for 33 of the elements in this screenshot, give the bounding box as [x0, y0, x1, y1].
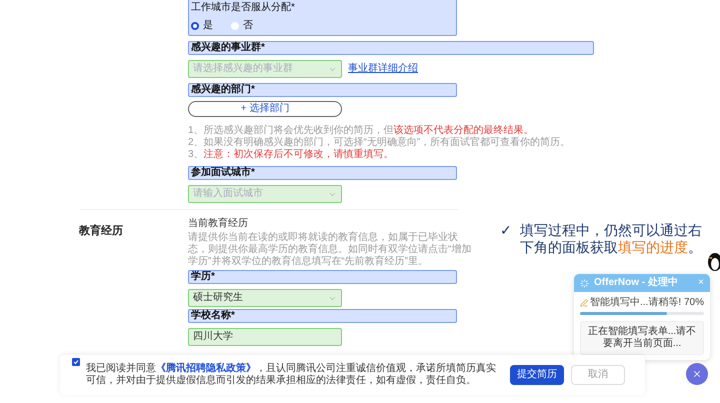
close-icon [692, 369, 702, 379]
radio-label: 是 [203, 20, 213, 32]
submit-button[interactable]: 提交简历 [510, 365, 564, 385]
status-text: 智能填写中...请稍等! [590, 297, 682, 309]
radio-button[interactable] [231, 22, 239, 30]
close-button[interactable] [686, 363, 708, 385]
section-title: 教育经历 [79, 225, 123, 237]
field-label: 工作城市是否服从分配* [191, 2, 296, 14]
select-department-button[interactable]: + 选择部门 [188, 101, 342, 117]
description-text: 请提供你当前在读的或即将就读的教育信息，如属于已毕业状态，则提供你最高学历的教育信息。如同时有双学位请点击“增加学历”并将双学位的教育信息填写在“先前教育经历”里。 [188, 232, 472, 268]
agree-checkbox[interactable] [72, 358, 80, 366]
field-label: 参加面试城市* [188, 166, 457, 180]
select-field[interactable]: 硕士研究生 [188, 289, 342, 307]
field-label: 感兴趣的事业群* [188, 41, 594, 55]
note-text: 3、注意：初次保存后不可修改，请慎重填写。 [188, 149, 395, 161]
percent-text: 70% [684, 297, 704, 309]
spinner-icon [580, 278, 589, 288]
note-text: 1、所选感兴趣部门将会优先收到你的简历，但该选项不代表分配的最终结果。 [188, 125, 535, 136]
panel-title: OfferNow - 处理中 [594, 277, 679, 289]
radio-button[interactable] [191, 22, 199, 30]
detail-link[interactable]: 事业群详细介绍 [348, 63, 418, 75]
radio-label: 否 [243, 20, 253, 32]
field-label: 学历* [188, 270, 457, 284]
field-label: 学校名称* [188, 309, 457, 323]
privacy-policy-link[interactable]: 《腾讯招聘隐私政策》 [156, 363, 256, 374]
section-subtitle: 当前教育经历 [188, 218, 249, 230]
field-label: 感兴趣的部门* [188, 83, 457, 97]
input-field[interactable]: 四川大学 [188, 328, 342, 346]
pen-icon [580, 299, 588, 307]
status-message: 正在智能填写表单...请不要离开当前页面... [580, 321, 704, 355]
note-text: 2、如果没有明确感兴趣的部门，可选择“无明确意向”，所有面试官都可查看你的简历。 [188, 137, 572, 148]
agreement-text: 我已阅读并同意《腾讯招聘隐私政策》，且认同腾讯公司注重诚信价值观，承诺所填简历真实可信，并对由于提供虚假信息而引发的结果承担相应的法律责任，如有虚假，责任自负。 [86, 363, 497, 387]
annotation-text: ✓ 填写过程中，仍然可以通过右下角的面板获取填写的进度。 [500, 222, 703, 256]
